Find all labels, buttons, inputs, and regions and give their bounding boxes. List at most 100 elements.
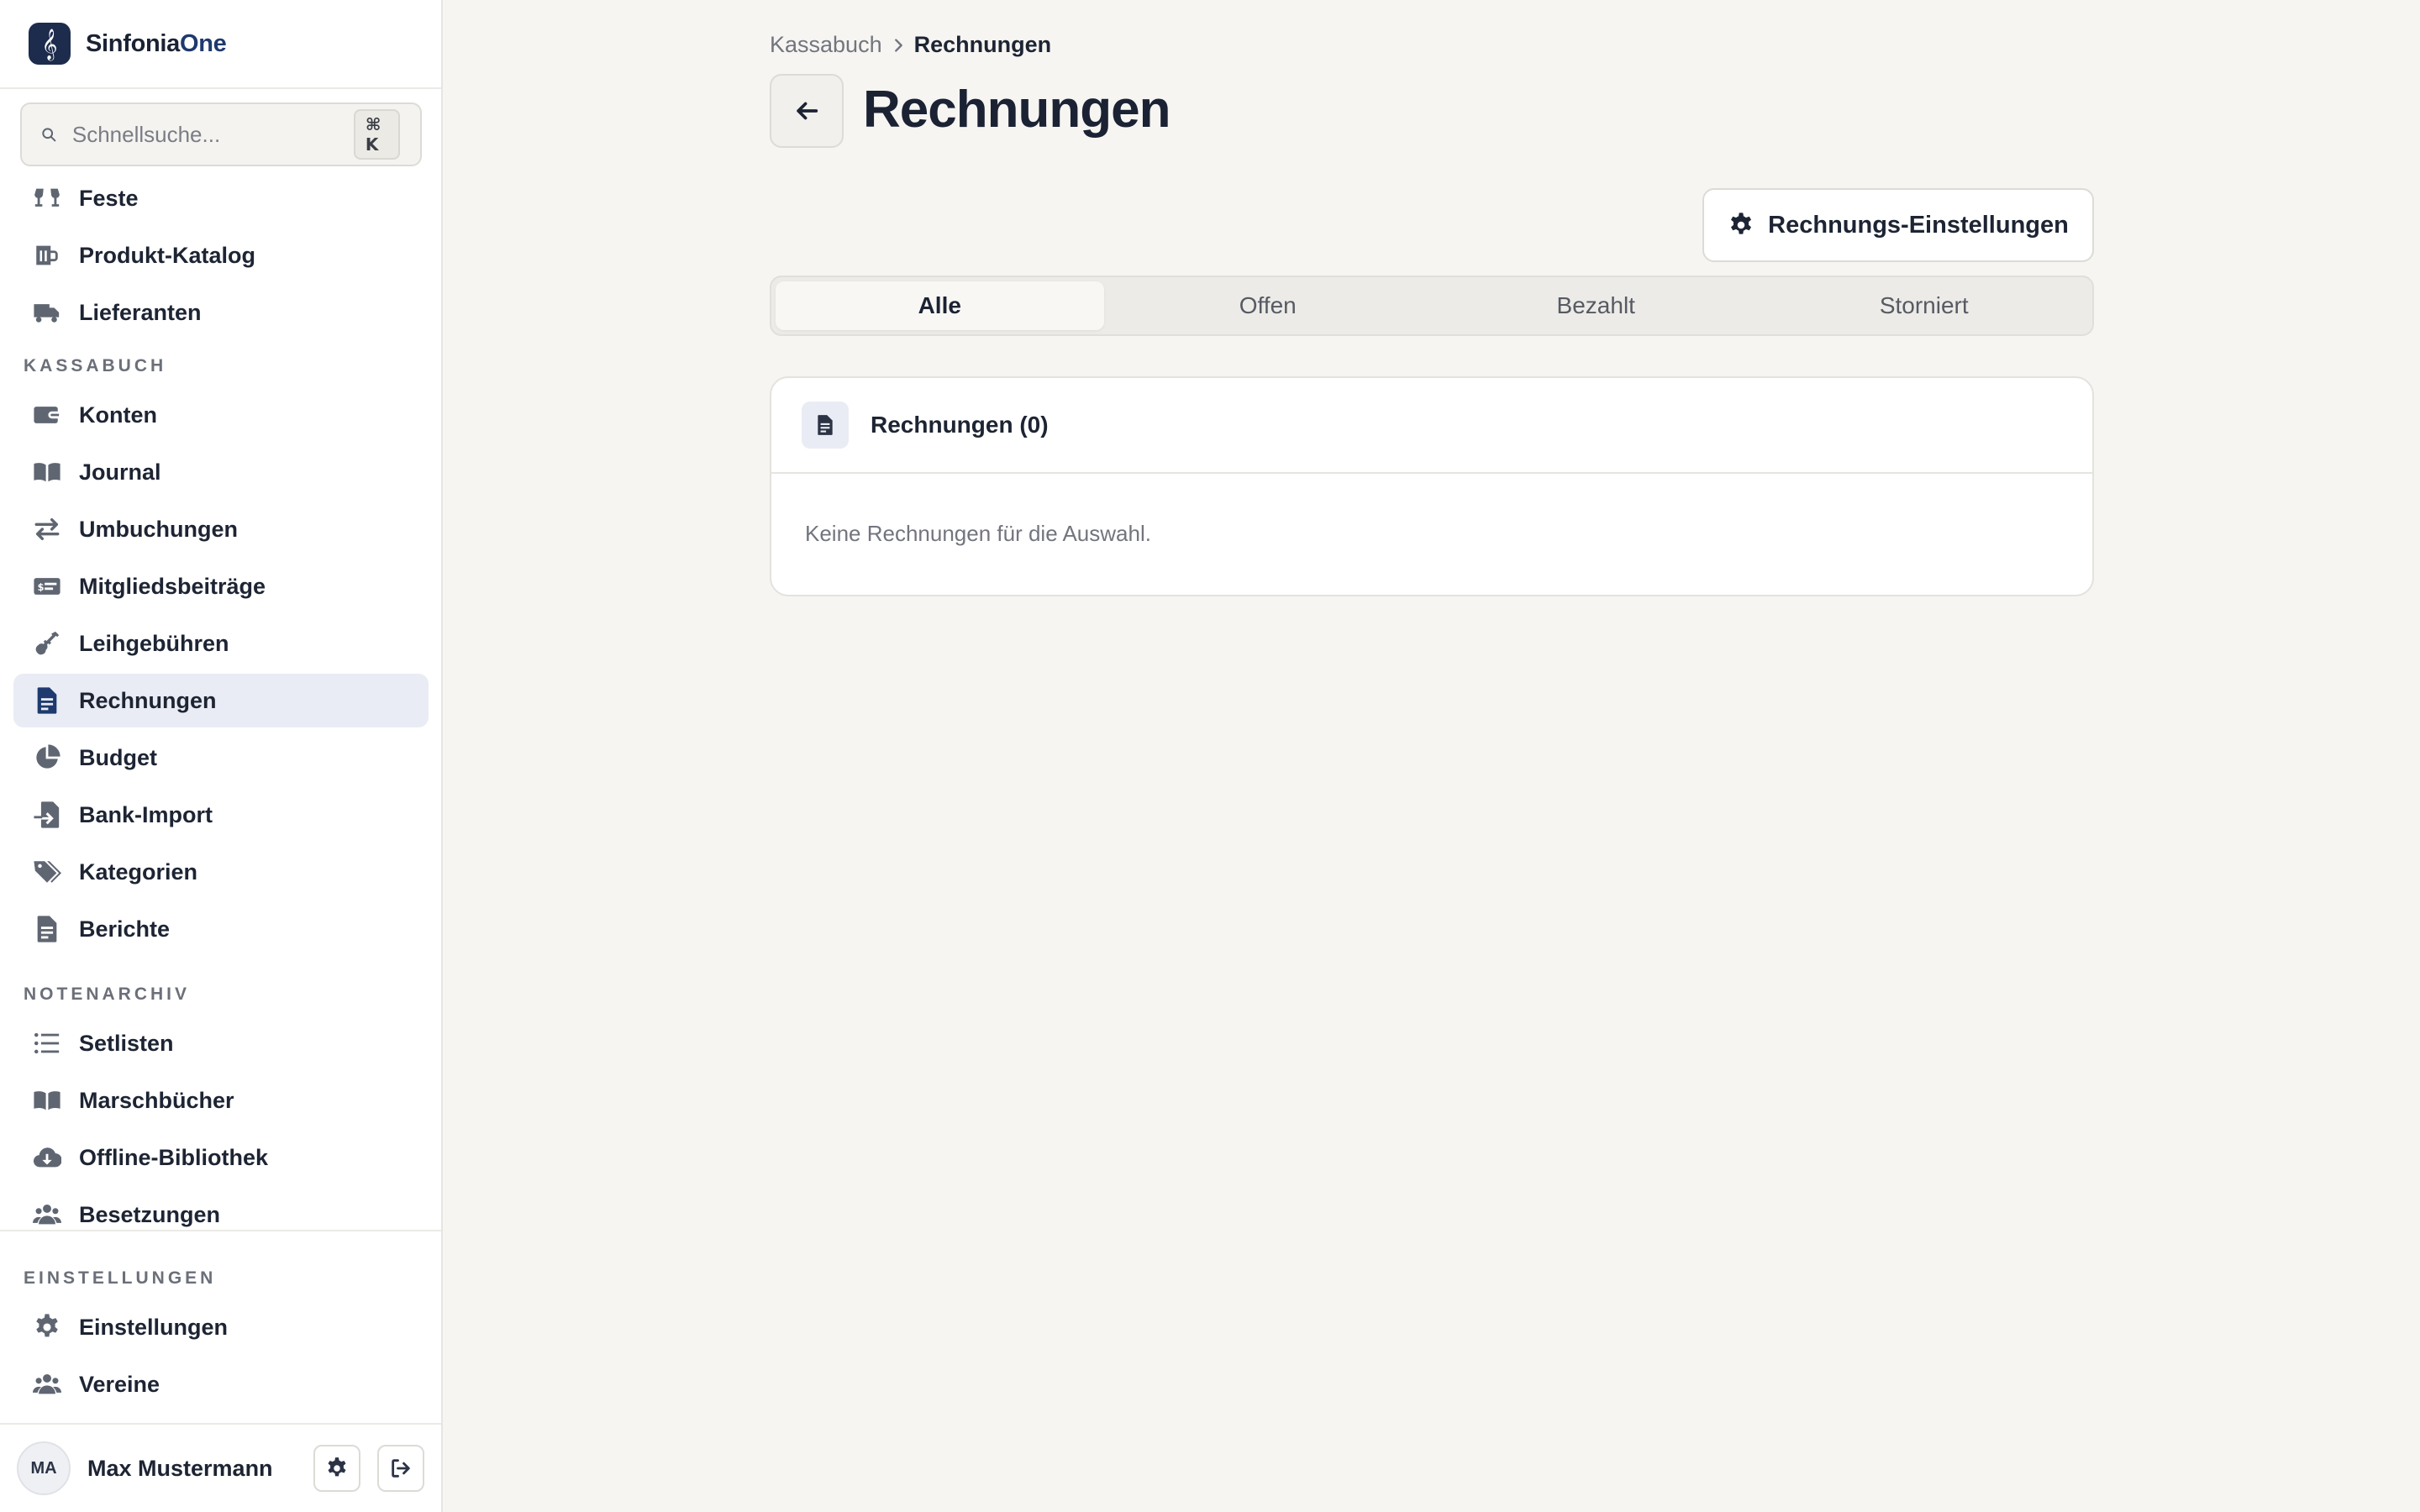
sidebar-item-label: Budget: [79, 744, 157, 770]
sidebar-item-label: Leihgebühren: [79, 630, 229, 656]
sidebar-item-bank-import[interactable]: Bank-Import: [13, 788, 429, 842]
sidebar-item-rechnungen[interactable]: Rechnungen: [13, 674, 429, 727]
sidebar-item-umbuchungen[interactable]: Umbuchungen: [13, 502, 429, 556]
tab-alle[interactable]: Alle: [776, 281, 1104, 330]
sidebar-item-leihgebuehren[interactable]: Leihgebühren: [13, 617, 429, 670]
breadcrumb-current: Rechnungen: [913, 32, 1052, 57]
sidebar-item-label: Besetzungen: [79, 1201, 221, 1227]
svg-text:$: $: [38, 581, 45, 593]
brand-suffix: One: [180, 29, 227, 57]
sidebar-item-einstellungen[interactable]: Einstellungen: [13, 1300, 429, 1354]
invoices-card: Rechnungen (0) Keine Rechnungen für die …: [770, 376, 2094, 596]
sidebar-item-label: Lieferanten: [79, 299, 202, 325]
sidebar-item-budget[interactable]: Budget: [13, 731, 429, 785]
sidebar-item-label: Bank-Import: [79, 801, 213, 827]
invoice-settings-button[interactable]: Rechnungs-Einstellungen: [1702, 188, 2094, 262]
sidebar-item-produkt-katalog[interactable]: Produkt-Katalog: [13, 228, 429, 282]
invoice-icon: [32, 685, 62, 716]
search-icon: [42, 128, 56, 142]
tags-icon: [32, 857, 62, 887]
sidebar-item-besetzungen[interactable]: Besetzungen: [13, 1188, 429, 1230]
invoice-icon: [802, 402, 849, 449]
sidebar-item-label: Marschbücher: [79, 1087, 234, 1113]
gear-icon: [1731, 213, 1752, 234]
user-settings-button[interactable]: [313, 1445, 360, 1492]
arrows-left-right-icon: [32, 514, 62, 544]
section-title-einstellungen: EINSTELLUNGEN: [24, 1268, 217, 1288]
sidebar-item-label: Produkt-Katalog: [79, 242, 256, 268]
tab-storniert[interactable]: Storniert: [1760, 281, 2089, 330]
search-box[interactable]: ⌘ K: [20, 102, 422, 166]
chevron-right-icon: [889, 36, 908, 55]
arrow-left-icon: [797, 102, 818, 120]
logout-icon: [392, 1459, 410, 1478]
tab-bezahlt[interactable]: Bezahlt: [1432, 281, 1760, 330]
sidebar-item-marschbuecher[interactable]: Marschbücher: [13, 1074, 429, 1127]
sidebar-item-label: Kategorien: [79, 858, 198, 885]
brand-prefix: Sinfonia: [86, 29, 180, 57]
page-title: Rechnungen: [863, 81, 1171, 139]
sidebar-item-label: Einstellungen: [79, 1314, 229, 1340]
sidebar-item-konten[interactable]: Konten: [13, 388, 429, 442]
invoice-settings-label: Rechnungs-Einstellungen: [1768, 211, 2069, 239]
back-button[interactable]: [770, 74, 844, 148]
file-import-icon: [32, 800, 62, 830]
sidebar-item-setlisten[interactable]: Setlisten: [13, 1016, 429, 1070]
brand[interactable]: 𝄞 SinfoniaOne: [0, 0, 441, 89]
avatar[interactable]: MA: [17, 1441, 71, 1495]
user-name: Max Mustermann: [87, 1455, 273, 1481]
pie-chart-icon: [32, 743, 62, 773]
breadcrumb-kassabuch[interactable]: Kassabuch: [770, 32, 882, 58]
sidebar-item-journal[interactable]: Journal: [13, 445, 429, 499]
logo-icon: 𝄞: [29, 23, 71, 65]
sidebar-item-label: Offline-Bibliothek: [79, 1144, 268, 1170]
sidebar-nav: Feste Produkt-Katalog Lieferanten KASSAB…: [0, 166, 441, 1230]
sidebar-item-feste[interactable]: Feste: [13, 171, 429, 225]
shortcut-badge: ⌘ K: [353, 109, 400, 160]
gear-icon: [328, 1457, 346, 1477]
sidebar-item-berichte[interactable]: Berichte: [13, 902, 429, 956]
section-title-notenarchiv: NOTENARCHIV: [24, 984, 191, 1004]
brand-name: SinfoniaOne: [86, 30, 227, 58]
status-tabs: Alle Offen Bezahlt Storniert: [770, 276, 2094, 336]
sidebar-item-lieferanten[interactable]: Lieferanten: [13, 286, 429, 339]
wallet-icon: [32, 400, 62, 430]
open-book-icon: [32, 457, 62, 487]
file-lines-icon: [32, 914, 62, 944]
sidebar-item-label: Feste: [79, 185, 139, 211]
users-icon: [32, 1200, 62, 1230]
guitar-icon: [32, 628, 62, 659]
sidebar-footer-nav: EINSTELLUNGEN Einstellungen Vereine: [0, 1230, 441, 1423]
sidebar-item-label: Umbuchungen: [79, 516, 238, 542]
glasses-cheers-icon: [32, 183, 62, 213]
breadcrumb: Kassabuch Rechnungen: [770, 32, 1051, 58]
card-title: Rechnungen (0): [871, 412, 1049, 438]
cloud-download-icon: [32, 1142, 62, 1173]
sidebar-item-label: Rechnungen: [79, 687, 217, 713]
card-header: Rechnungen (0): [771, 378, 2092, 474]
sidebar-item-label: Mitgliedsbeiträge: [79, 573, 266, 599]
sidebar-item-mitgliedsbeitraege[interactable]: $ Mitgliedsbeiträge: [13, 559, 429, 613]
sidebar-item-kategorien[interactable]: Kategorien: [13, 845, 429, 899]
sidebar-item-offline-bibliothek[interactable]: Offline-Bibliothek: [13, 1131, 429, 1184]
sidebar-item-label: Konten: [79, 402, 157, 428]
book-icon: [32, 1085, 62, 1116]
search-input[interactable]: [71, 121, 354, 148]
logout-button[interactable]: [377, 1445, 424, 1492]
sidebar-item-label: Berichte: [79, 916, 171, 942]
sidebar-item-label: Journal: [79, 459, 161, 485]
section-title-kassabuch: KASSABUCH: [24, 356, 167, 375]
empty-state-text: Keine Rechnungen für die Auswahl.: [805, 521, 1151, 546]
sidebar: 𝄞 SinfoniaOne ⌘ K Feste Produkt-Katalog …: [0, 0, 443, 1512]
gear-icon: [32, 1312, 62, 1342]
tab-offen[interactable]: Offen: [1104, 281, 1433, 330]
sidebar-item-label: Setlisten: [79, 1030, 174, 1056]
user-bar: MA Max Mustermann: [0, 1423, 441, 1512]
sidebar-item-vereine[interactable]: Vereine: [13, 1357, 429, 1411]
beer-mug-icon: [32, 240, 62, 270]
money-check-icon: $: [32, 571, 62, 601]
list-icon: [32, 1028, 62, 1058]
users-icon: [32, 1369, 62, 1399]
truck-icon: [32, 297, 62, 328]
sidebar-item-label: Vereine: [79, 1371, 160, 1397]
